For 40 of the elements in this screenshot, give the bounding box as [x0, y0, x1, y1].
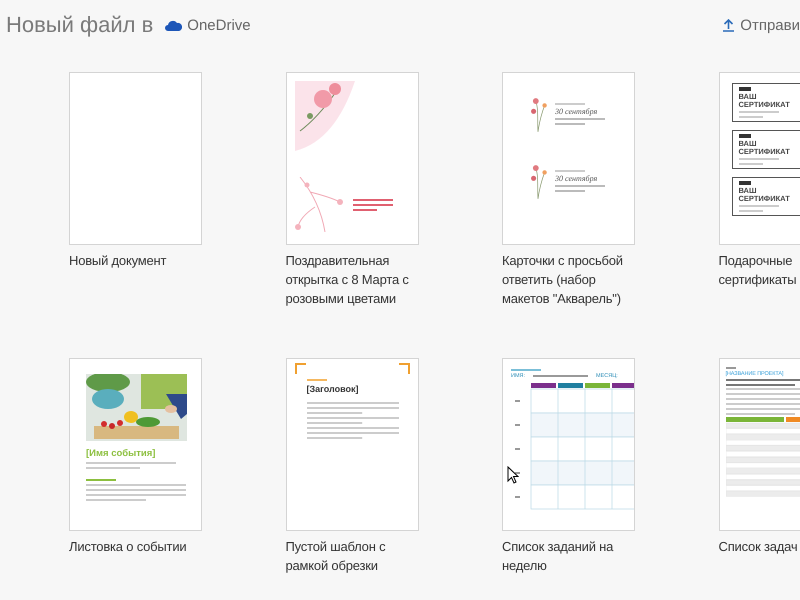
text-lines-drawing [306, 379, 326, 381]
date-text: 30 сентября [555, 174, 598, 182]
text-lines-drawing [555, 102, 585, 104]
text-lines-drawing [555, 184, 605, 192]
tag-icon [738, 87, 750, 91]
template-thumbnail[interactable] [286, 72, 418, 245]
date-text: 30 сентября [555, 106, 598, 116]
page-title: Новый файл в [6, 12, 154, 38]
template-name[interactable]: Подарочные сертификаты [718, 251, 800, 289]
text-lines-drawing [533, 375, 588, 377]
text-lines-drawing [726, 367, 736, 369]
mouse-cursor-icon [507, 466, 519, 484]
tag-icon [738, 181, 750, 185]
event-heading: [Имя события] [86, 448, 156, 459]
flower-drawing [294, 81, 354, 151]
text-lines-drawing [511, 369, 541, 371]
text-lines-drawing [738, 205, 778, 212]
document-heading: [Заголовок] [306, 384, 360, 394]
template-thumbnail[interactable]: 30 сентября 30 сентября [502, 72, 635, 245]
text-lines-drawing [738, 158, 778, 165]
text-lines-drawing [86, 479, 116, 481]
location-link[interactable]: OneDrive [165, 16, 251, 34]
tag-icon [738, 134, 750, 138]
template-name[interactable]: Листовка о событии [69, 537, 209, 556]
template-name[interactable]: Список заданий на неделю [502, 537, 642, 575]
upload-icon [723, 18, 734, 32]
template-name[interactable]: Поздравительная открытка с 8 Марта с розовыми цветами [286, 251, 426, 308]
text-lines-drawing [555, 118, 605, 124]
template-name[interactable]: Карточки с просьбой ответить (набор макетов "Акварель") [502, 251, 642, 308]
template-thumbnail[interactable]: [Заголовок] [286, 358, 418, 531]
text-lines-drawing [555, 170, 585, 172]
text-lines-drawing [352, 198, 392, 210]
template-thumbnail[interactable] [69, 72, 202, 245]
template-name[interactable]: Пустой шаблон с рамкой обрезки [286, 537, 426, 575]
cloud-icon [165, 20, 182, 30]
template-name[interactable]: Новый документ [69, 251, 209, 270]
text-lines-drawing [738, 111, 778, 118]
upload-button[interactable]: Отправи [723, 16, 800, 34]
template-name[interactable]: Список задач [718, 537, 800, 556]
branch-drawing [294, 177, 344, 232]
